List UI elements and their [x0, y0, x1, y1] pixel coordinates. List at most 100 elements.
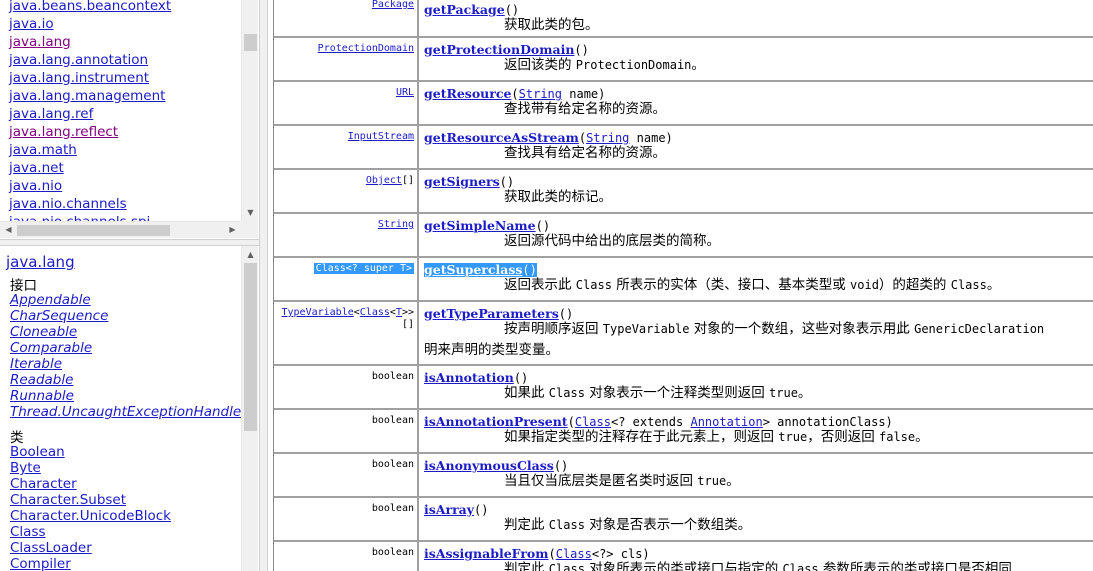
desc-text: 。: [797, 385, 812, 401]
return-type-link[interactable]: TypeVariable: [282, 307, 354, 318]
scrollbar-thumb[interactable]: [244, 34, 257, 51]
desc-code: TypeVariable: [602, 322, 690, 336]
package-link-java-net[interactable]: java.net: [9, 159, 241, 177]
param-type-link[interactable]: Annotation: [690, 415, 762, 429]
class-link[interactable]: Compiler: [10, 556, 171, 571]
desc-code: GenericDeclaration: [914, 322, 1045, 336]
package-link-java-beans-beancontext[interactable]: java.beans.beancontext: [9, 0, 241, 15]
interface-link[interactable]: Iterable: [10, 356, 247, 372]
interface-link[interactable]: Appendable: [10, 292, 247, 308]
method-link-isAssignableFrom[interactable]: isAssignableFrom: [424, 546, 548, 561]
return-type-link[interactable]: InputStream: [348, 131, 414, 142]
method-description: 如果指定类型的注释存在于此元素上，则返回 true，否则返回 false。: [504, 429, 929, 446]
method-link-getResource[interactable]: getResource: [424, 86, 511, 101]
table-row: String getSimpleName() 返回源代码中给出的底层类的简称。: [274, 214, 1093, 258]
desc-code: true: [769, 386, 798, 400]
package-link-java-math[interactable]: java.math: [9, 141, 241, 159]
table-row: TypeVariable<Class<T>>[] getTypeParamete…: [274, 302, 1093, 366]
class-link[interactable]: ClassLoader: [10, 540, 171, 556]
package-title-link[interactable]: java.lang: [6, 253, 75, 271]
class-link[interactable]: Character: [10, 476, 171, 492]
interface-link[interactable]: Thread.UncaughtExceptionHandler: [10, 404, 247, 420]
table-row: Package getPackage() 获取此类的包。: [274, 0, 1093, 38]
table-row: Object[] getSigners() 获取此类的标记。: [274, 170, 1093, 214]
desc-text: 按声明顺序返回: [504, 321, 603, 337]
method-link-getSimpleName[interactable]: getSimpleName: [424, 218, 536, 233]
method-description: 返回源代码中给出的底层类的简称。: [504, 233, 720, 249]
interface-link[interactable]: CharSequence: [10, 308, 247, 324]
param-type-link[interactable]: Class: [556, 547, 592, 561]
method-link-isAnnotationPresent[interactable]: isAnnotationPresent: [424, 414, 568, 429]
method-link-getProtectionDomain[interactable]: getProtectionDomain: [424, 42, 574, 57]
method-description: 返回该类的 ProtectionDomain。: [504, 57, 705, 74]
method-link-getSuperclass[interactable]: getSuperclass: [424, 262, 522, 277]
scroll-right-arrow-icon[interactable]: ▶: [224, 222, 241, 239]
return-type-link[interactable]: Package: [372, 0, 414, 10]
method-link-getResourceAsStream[interactable]: getResourceAsStream: [424, 130, 579, 145]
package-link-java-lang-annotation[interactable]: java.lang.annotation: [9, 51, 241, 69]
method-link-isArray[interactable]: isArray: [424, 502, 474, 517]
interface-link[interactable]: Cloneable: [10, 324, 247, 340]
return-type-selected[interactable]: Class<? super T>: [313, 263, 414, 274]
package-vertical-scrollbar[interactable]: ▼: [241, 0, 258, 221]
method-params: (): [474, 503, 489, 517]
scroll-left-arrow-icon[interactable]: ◀: [0, 222, 17, 239]
return-type-link[interactable]: String: [378, 219, 414, 230]
method-link-getTypeParameters[interactable]: getTypeParameters: [424, 306, 559, 321]
package-link-java-lang-instrument[interactable]: java.lang.instrument: [9, 69, 241, 87]
package-link-java-lang-ref[interactable]: java.lang.ref: [9, 105, 241, 123]
desc-text: ）的超类的: [878, 277, 951, 293]
table-row: URL getResource(String name) 查找带有给定名称的资源…: [274, 82, 1093, 126]
package-link-java-io[interactable]: java.io: [9, 15, 241, 33]
package-link-java-lang[interactable]: java.lang: [9, 33, 241, 51]
scrollbar-thumb[interactable]: [244, 263, 257, 431]
desc-code: true: [778, 430, 808, 444]
return-type-link[interactable]: URL: [396, 87, 414, 98]
package-link-java-lang-management[interactable]: java.lang.management: [9, 87, 241, 105]
package-link-java-nio-channels[interactable]: java.nio.channels: [9, 195, 241, 213]
class-vertical-scrollbar[interactable]: ▲: [241, 246, 258, 571]
method-description: 按声明顺序返回 TypeVariable 对象的一个数组，这些对象表示用此 Ge…: [504, 321, 1044, 338]
scroll-down-arrow-icon[interactable]: ▼: [242, 204, 259, 221]
scroll-up-arrow-icon[interactable]: ▲: [242, 246, 259, 263]
class-link[interactable]: Character.UnicodeBlock: [10, 508, 171, 524]
method-link-getSigners[interactable]: getSigners: [424, 174, 500, 189]
package-link-java-lang-reflect[interactable]: java.lang.reflect: [9, 123, 241, 141]
method-link-getPackage[interactable]: getPackage: [424, 2, 505, 17]
method-link-isAnonymousClass[interactable]: isAnonymousClass: [424, 458, 554, 473]
interface-link[interactable]: Readable: [10, 372, 247, 388]
interface-link[interactable]: Comparable: [10, 340, 247, 356]
desc-text: 如果此: [504, 385, 549, 401]
method-params: (): [513, 371, 529, 385]
interface-link[interactable]: Runnable: [10, 388, 247, 404]
return-type-link[interactable]: Class: [360, 307, 390, 318]
package-list-frame: java.beans.beancontext java.io java.lang…: [0, 0, 259, 239]
desc-code: void: [850, 278, 879, 292]
scrollbar-thumb[interactable]: [17, 225, 170, 236]
desc-text: 。: [915, 429, 929, 445]
open-paren: (: [511, 87, 519, 101]
frame-splitter-horizontal[interactable]: [0, 239, 260, 246]
package-horizontal-scrollbar[interactable]: ◀ ▶: [0, 221, 241, 238]
class-link[interactable]: Boolean: [10, 444, 171, 460]
param-name: name): [629, 131, 673, 145]
class-link[interactable]: Character.Subset: [10, 492, 171, 508]
table-row-selected: Class<? super T> getSuperclass() 返回表示此 C…: [274, 258, 1093, 302]
method-link-isAnnotation[interactable]: isAnnotation: [424, 370, 514, 385]
frame-splitter-vertical[interactable]: [259, 0, 268, 571]
param-type-link[interactable]: Class: [575, 415, 611, 429]
desc-text: 。: [726, 473, 740, 489]
desc-code: true: [697, 474, 727, 488]
open-paren: (: [548, 547, 556, 561]
param-type-link[interactable]: String: [586, 131, 629, 145]
desc-text: 对象所表示的类或接口与指定的: [584, 561, 783, 571]
main-doc-frame: Package getPackage() 获取此类的包。 ProtectionD…: [268, 0, 1093, 571]
package-link-java-nio[interactable]: java.nio: [9, 177, 241, 195]
method-description: 获取此类的标记。: [504, 189, 612, 205]
return-type-link[interactable]: Object: [366, 175, 402, 186]
class-link[interactable]: Class: [10, 524, 171, 540]
class-link[interactable]: Byte: [10, 460, 171, 476]
desc-text: 对象的一个数组，这些对象表示用此: [689, 321, 915, 337]
param-type-link[interactable]: String: [519, 87, 562, 101]
return-type-link[interactable]: ProtectionDomain: [318, 43, 414, 54]
